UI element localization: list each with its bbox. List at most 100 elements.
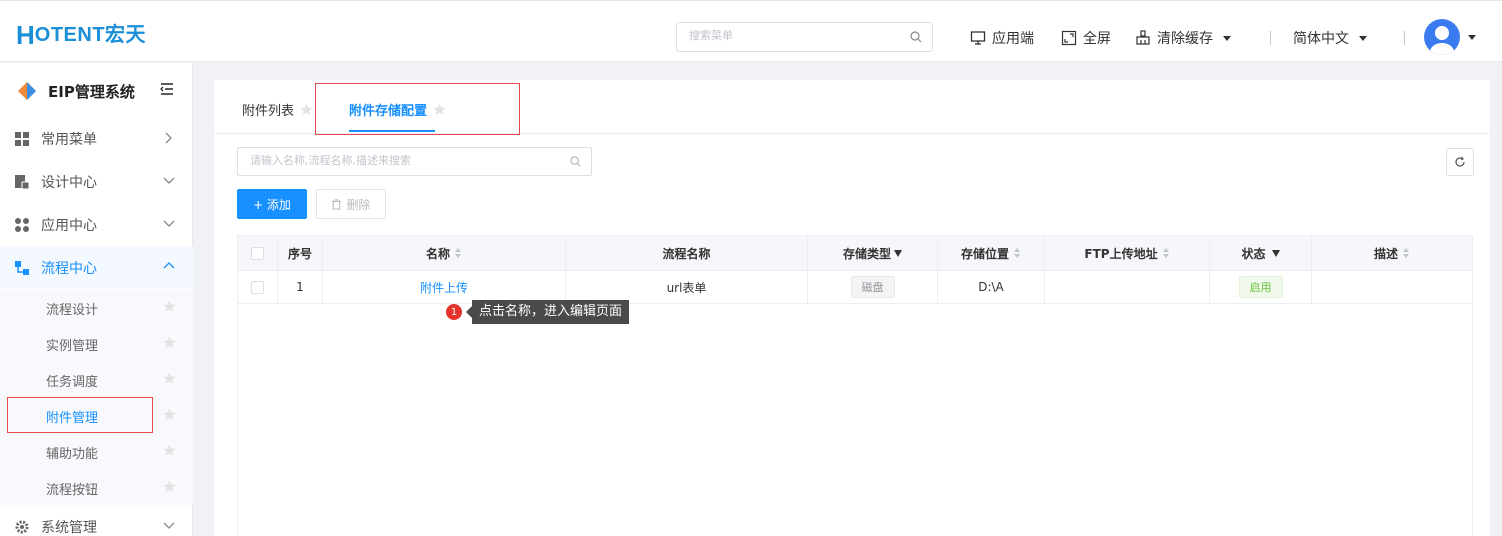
star-icon[interactable] (163, 372, 176, 385)
chevron-down-icon (1359, 35, 1367, 41)
star-icon[interactable] (163, 480, 176, 493)
star-icon[interactable] (163, 336, 176, 349)
star-icon[interactable] (163, 300, 176, 313)
cell-name: 附件上传 (323, 271, 566, 303)
submenu-task-schedule[interactable]: 任务调度 (0, 361, 193, 397)
star-icon[interactable] (300, 103, 313, 116)
chevron-down-icon (163, 220, 175, 227)
submenu-instance-manage[interactable]: 实例管理 (0, 325, 193, 361)
step-number-badge: 1 (446, 304, 462, 320)
submenu-flow-design[interactable]: 流程设计 (0, 289, 193, 325)
checkbox[interactable] (251, 280, 264, 294)
header-select-all[interactable] (238, 236, 278, 270)
gear-icon (15, 520, 29, 534)
submenu-label: 流程按钮 (46, 483, 99, 498)
header-status[interactable]: 状态 (1210, 236, 1312, 270)
logo-text: OTENT宏天 (34, 24, 147, 46)
broom-icon (1136, 30, 1150, 45)
data-table: 序号 名称 流程名称 存储类型 存储位置 FTP上传地址 状态 描述 1 附件上… (237, 235, 1473, 536)
delete-button[interactable]: 删除 (316, 189, 386, 219)
flow-icon (15, 261, 29, 275)
row-select[interactable] (238, 271, 278, 303)
star-icon[interactable] (163, 444, 176, 457)
sort-icon[interactable] (1162, 248, 1170, 258)
star-icon[interactable] (163, 408, 176, 421)
menu-common[interactable]: 常用菜单 (0, 117, 193, 159)
menu-design[interactable]: 设计中心 (0, 160, 193, 202)
chevron-up-icon (163, 262, 175, 269)
submenu-auxiliary[interactable]: 辅助功能 (0, 433, 193, 469)
cell-description (1312, 271, 1472, 303)
sort-icon[interactable] (455, 248, 462, 258)
user-icon (1430, 26, 1454, 55)
clear-cache-dropdown[interactable]: 清除缓存 (1135, 27, 1231, 49)
app-end-label: 应用端 (992, 31, 1034, 47)
header-label: 状态 (1241, 246, 1266, 261)
header-label: 流程名称 (662, 246, 711, 261)
apps-icon (15, 218, 29, 232)
highlight-box-attachment-manage (7, 397, 153, 433)
sidebar: EIP管理系统 常用菜单 设计中心 应用中心 流程中心 流程设计 实例管理 任务… (0, 63, 193, 536)
search-icon[interactable] (910, 31, 922, 43)
app-end-button[interactable]: 应用端 (970, 27, 1034, 49)
divider (1270, 31, 1271, 45)
menu-design-label: 设计中心 (41, 175, 97, 191)
avatar-chevron-icon[interactable] (1468, 35, 1476, 40)
header-label: 存储位置 (960, 246, 1009, 261)
expand-icon (1061, 30, 1077, 46)
header-storage-location[interactable]: 存储位置 (938, 236, 1045, 270)
menu-flow[interactable]: 流程中心 (0, 246, 193, 288)
menu-apps[interactable]: 应用中心 (0, 203, 193, 245)
cell-storage-type: 磁盘 (808, 271, 938, 303)
filter-icon[interactable] (894, 249, 902, 257)
delete-label: 删除 (346, 197, 371, 212)
language-dropdown[interactable]: 简体中文 (1293, 27, 1367, 49)
tab-label: 附件列表 (242, 104, 295, 119)
name-link[interactable]: 附件上传 (420, 279, 468, 296)
monitor-icon (970, 31, 986, 45)
table-header: 序号 名称 流程名称 存储类型 存储位置 FTP上传地址 状态 描述 (238, 236, 1472, 271)
menu-search-input[interactable] (689, 29, 889, 42)
header-label: 名称 (425, 246, 450, 261)
search-icon[interactable] (570, 156, 581, 167)
header-ftp-url[interactable]: FTP上传地址 (1045, 236, 1210, 270)
tab-attachment-list[interactable]: 附件列表 (242, 100, 313, 119)
diamond-logo-icon (18, 82, 36, 100)
menu-system[interactable]: 系统管理 (0, 505, 193, 536)
table-search-input[interactable] (250, 154, 550, 167)
cell-ftp-url (1045, 271, 1210, 303)
menu-system-label: 系统管理 (41, 520, 97, 536)
filter-icon[interactable] (1271, 249, 1280, 257)
header-description[interactable]: 描述 (1312, 236, 1472, 270)
table-search[interactable] (237, 147, 592, 176)
menu-search[interactable] (676, 22, 933, 52)
header-name[interactable]: 名称 (323, 236, 566, 270)
logo-letter: H (16, 20, 35, 50)
fullscreen-label: 全屏 (1083, 31, 1111, 47)
cell-storage-location: D:\A (938, 271, 1045, 303)
avatar[interactable] (1424, 19, 1460, 55)
menu-fold-icon[interactable] (160, 83, 174, 95)
submenu-flow-buttons[interactable]: 流程按钮 (0, 469, 193, 505)
fullscreen-button[interactable]: 全屏 (1061, 27, 1111, 49)
header-label: 序号 (287, 246, 312, 261)
sort-icon[interactable] (1014, 248, 1021, 258)
clear-cache-label: 清除缓存 (1157, 31, 1213, 47)
header-storage-type[interactable]: 存储类型 (808, 236, 938, 270)
annotation-tooltip: 1 点击名称，进入编辑页面 (446, 300, 630, 324)
refresh-button[interactable] (1446, 148, 1474, 176)
submenu-label: 任务调度 (46, 375, 99, 390)
grid-icon (15, 132, 29, 146)
header-label: 描述 (1373, 246, 1398, 261)
cell-index: 1 (278, 271, 323, 303)
cell-status: 启用 (1210, 271, 1312, 303)
top-header: H OTENT宏天 应用端 全屏 清除缓存 简体中文 (0, 0, 1502, 62)
chevron-down-icon (163, 522, 175, 529)
table-row[interactable]: 1 附件上传 url表单 磁盘 D:\A 启用 (238, 271, 1472, 304)
brand-logo[interactable]: H OTENT宏天 (16, 21, 146, 49)
sort-icon[interactable] (1403, 248, 1410, 258)
trash-icon (332, 198, 342, 210)
menu-apps-label: 应用中心 (41, 218, 97, 234)
checkbox[interactable] (251, 246, 264, 260)
add-button[interactable]: + 添加 (237, 189, 307, 219)
